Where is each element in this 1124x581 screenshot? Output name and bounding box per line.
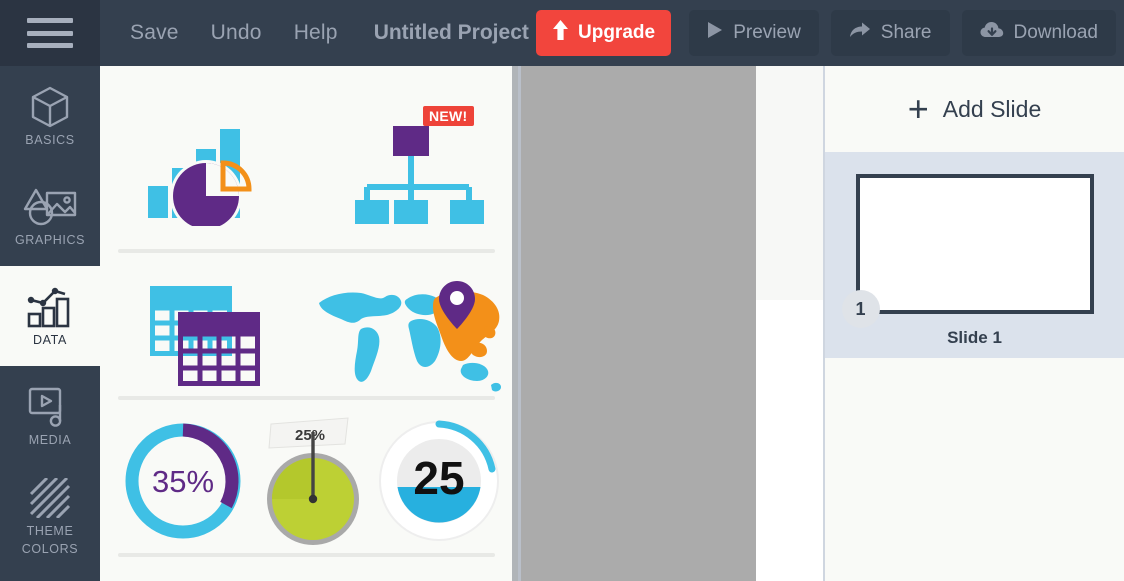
play-icon bbox=[707, 21, 723, 45]
chart-bars-icon bbox=[27, 285, 73, 329]
slide-number-badge: 1 bbox=[841, 290, 880, 328]
sidebar-item-media[interactable]: MEDIA bbox=[0, 366, 100, 466]
charts-widget[interactable] bbox=[148, 121, 268, 232]
sidebar-item-label-2: COLORS bbox=[21, 542, 79, 556]
hamburger-icon bbox=[27, 18, 73, 48]
svg-text:35%: 35% bbox=[152, 464, 214, 499]
speedometer-gauge-widget[interactable]: 25% bbox=[253, 406, 373, 556]
new-badge: NEW! bbox=[423, 106, 474, 126]
sidebar-item-label: BASICS bbox=[25, 133, 75, 147]
diagonal-stripes-icon bbox=[29, 476, 71, 520]
help-button[interactable]: Help bbox=[278, 0, 354, 66]
left-sidebar: BASICS GRAPHICS DATA MEDIA THEME COLORS bbox=[0, 66, 100, 581]
slide-thumbnail-wrap: 1 bbox=[841, 174, 1094, 328]
svg-text:25: 25 bbox=[413, 452, 464, 504]
shapes-image-icon bbox=[23, 185, 77, 229]
share-arrow-icon bbox=[849, 21, 871, 45]
project-title[interactable]: Untitled Project bbox=[354, 21, 529, 45]
share-label: Share bbox=[880, 22, 932, 43]
cloud-download-icon bbox=[980, 21, 1004, 46]
preview-button[interactable]: Preview bbox=[689, 10, 819, 56]
fill-gauge-widget[interactable]: 25 bbox=[372, 414, 507, 554]
org-chart-widget[interactable]: NEW! bbox=[355, 106, 485, 229]
panel-divider-3 bbox=[118, 553, 495, 557]
upgrade-label: Upgrade bbox=[578, 22, 656, 43]
svg-text:25%: 25% bbox=[295, 427, 325, 444]
panel-divider-2 bbox=[118, 396, 495, 400]
upload-arrow-icon bbox=[552, 20, 569, 46]
download-label: Download bbox=[1013, 22, 1099, 43]
bar-pie-chart-icon bbox=[148, 129, 268, 232]
fill-gauge-icon: 25 bbox=[372, 420, 507, 553]
add-slide-button[interactable]: + Add Slide bbox=[825, 66, 1124, 152]
save-button[interactable]: Save bbox=[114, 0, 195, 66]
app-root: Save Undo Help Untitled Project Upgrade … bbox=[0, 0, 1124, 581]
donut-gauge-icon: 35% bbox=[118, 423, 248, 550]
share-button[interactable]: Share bbox=[830, 10, 950, 56]
sidebar-item-label: DATA bbox=[33, 333, 67, 347]
preview-label: Preview bbox=[733, 22, 801, 43]
cube-icon bbox=[30, 85, 70, 129]
slide-thumbnail[interactable] bbox=[855, 174, 1094, 314]
slides-panel: + Add Slide 1 Slide 1 bbox=[823, 66, 1124, 581]
table-widget[interactable] bbox=[150, 286, 270, 401]
donut-gauge-widget[interactable]: 35% bbox=[118, 416, 248, 551]
org-chart-icon bbox=[355, 126, 485, 228]
add-slide-label: Add Slide bbox=[942, 95, 1042, 122]
video-note-icon bbox=[28, 385, 72, 429]
sidebar-item-label: GRAPHICS bbox=[14, 233, 86, 247]
data-widgets-panel: NEW! 35% 25% 25 bbox=[100, 66, 518, 581]
slide-canvas[interactable] bbox=[518, 66, 756, 581]
sidebar-item-graphics[interactable]: GRAPHICS bbox=[0, 166, 100, 266]
canvas-side-panel bbox=[756, 300, 823, 581]
panel-divider-1 bbox=[118, 249, 495, 253]
sidebar-item-label: THEME bbox=[26, 524, 74, 538]
upgrade-button[interactable]: Upgrade bbox=[536, 10, 672, 56]
sidebar-item-theme-colors[interactable]: THEME COLORS bbox=[0, 466, 100, 566]
sidebar-item-data[interactable]: DATA bbox=[0, 266, 100, 366]
plus-icon: + bbox=[907, 88, 929, 129]
menu-button[interactable] bbox=[0, 0, 100, 66]
sidebar-item-label: MEDIA bbox=[28, 433, 72, 447]
sidebar-item-basics[interactable]: BASICS bbox=[0, 66, 100, 166]
canvas-gutter bbox=[756, 66, 823, 300]
undo-button[interactable]: Undo bbox=[195, 0, 278, 66]
map-widget[interactable] bbox=[315, 281, 505, 401]
slide-caption: Slide 1 bbox=[947, 328, 1002, 347]
download-button[interactable]: Download bbox=[961, 10, 1116, 56]
slide-list-item-1[interactable]: 1 Slide 1 bbox=[825, 152, 1124, 358]
top-toolbar: Save Undo Help Untitled Project Upgrade … bbox=[0, 0, 1124, 66]
toolbar-right-actions: Preview Share Download bbox=[677, 10, 1116, 56]
